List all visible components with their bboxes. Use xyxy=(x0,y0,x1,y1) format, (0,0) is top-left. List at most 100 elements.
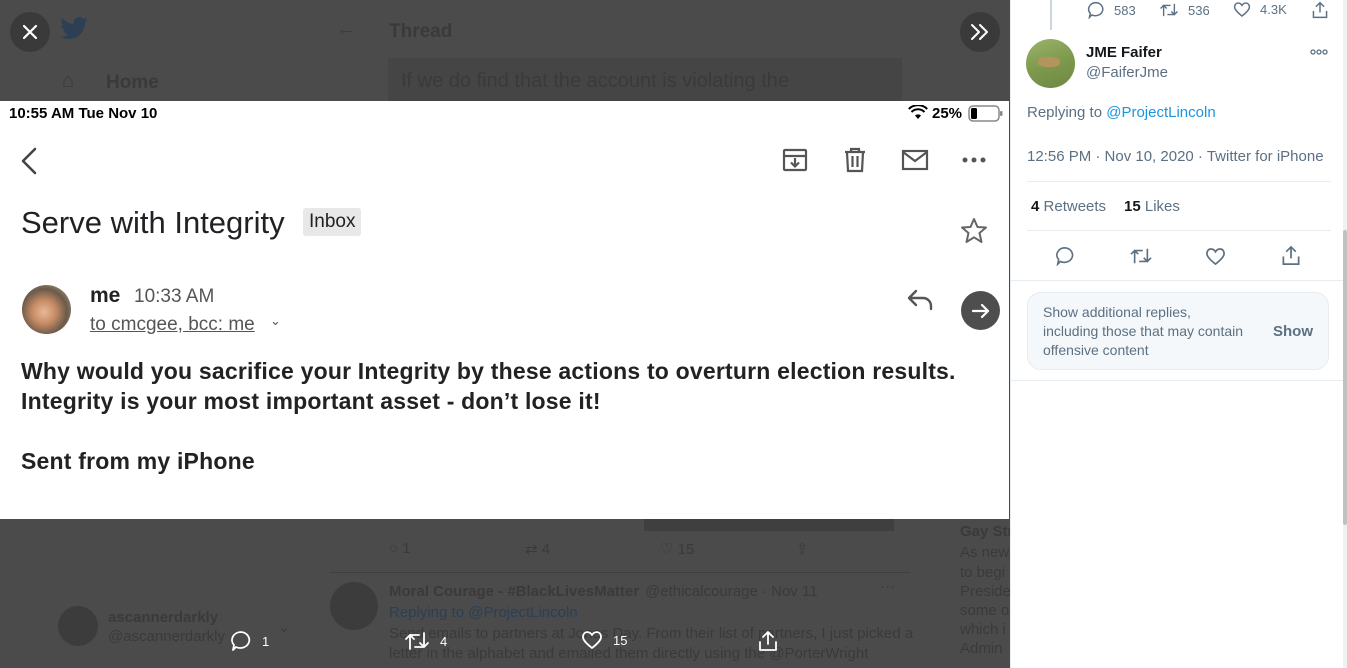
background-reply-text-1: Send emails to partners at Jones Day. Fr… xyxy=(389,625,914,642)
viewer-share-button[interactable] xyxy=(758,630,778,652)
reply-icon xyxy=(1087,1,1104,19)
scrollbar-track[interactable] xyxy=(1343,0,1347,668)
section-divider xyxy=(1011,380,1347,381)
reply-button[interactable] xyxy=(1055,246,1075,271)
background-more-icon: ··· xyxy=(880,578,895,595)
author-name[interactable]: JME Faifer xyxy=(1086,44,1162,61)
likes-stat[interactable]: 15 Likes xyxy=(1124,198,1180,215)
share-icon xyxy=(1312,1,1328,19)
background-side-line: As news xyxy=(960,544,1010,561)
expand-thread-button[interactable] xyxy=(960,12,1000,52)
battery-icon xyxy=(968,105,1003,122)
like-button[interactable] xyxy=(1205,247,1226,271)
more-options-icon[interactable] xyxy=(1310,48,1328,56)
viewer-retweet-button[interactable]: 4 xyxy=(404,630,447,652)
background-reply-author: Moral Courage - #BlackLivesMatter xyxy=(389,583,640,600)
show-replies-button[interactable]: Show xyxy=(1273,323,1313,340)
archive-icon xyxy=(782,148,808,172)
email-body-line: Why would you sacrifice your Integrity b… xyxy=(21,358,956,384)
email-recipients: to cmcgee, bcc: me xyxy=(90,314,255,335)
home-icon: ⌂ xyxy=(62,70,75,92)
replying-to-line: Replying to @ProjectLincoln xyxy=(1027,104,1216,121)
author-avatar[interactable] xyxy=(1026,39,1075,88)
email-subject: Serve with Integrity xyxy=(21,205,285,240)
sender-avatar xyxy=(22,285,71,334)
email-signature: Sent from my iPhone xyxy=(21,448,255,474)
sender-name: me xyxy=(90,284,121,307)
next-image-button[interactable] xyxy=(961,291,1000,330)
back-chevron-icon xyxy=(21,147,37,175)
viewer-reply-count: 1 xyxy=(262,633,270,649)
email-body-line: Integrity is your most important asset -… xyxy=(21,388,601,414)
prev-reply-count: 583 xyxy=(1114,2,1136,18)
retweet-icon xyxy=(1160,3,1178,17)
home-nav-label: Home xyxy=(106,72,159,93)
replying-to-link[interactable]: @ProjectLincoln xyxy=(1106,104,1215,121)
viewer-retweet-count: 4 xyxy=(440,633,448,649)
background-reply-text-2: letter in the alphabet and emailed them … xyxy=(389,645,869,662)
twitter-logo-icon xyxy=(60,17,88,40)
close-viewer-button[interactable] xyxy=(10,12,50,52)
close-icon xyxy=(22,24,38,40)
background-reply-handle: @ethicalcourage · Nov 11 xyxy=(645,583,818,600)
background-image-strip xyxy=(644,519,894,531)
viewer-reply-button[interactable]: 1 xyxy=(230,630,269,652)
email-time: 10:33 AM xyxy=(134,286,215,307)
tweet-timestamp[interactable]: 12:56 PM · Nov 10, 2020 · Twitter for iP… xyxy=(1027,148,1324,165)
heart-icon xyxy=(1233,2,1251,17)
status-time: 10:55 AM Tue Nov 10 xyxy=(9,105,158,122)
reply-arrow-icon xyxy=(907,289,933,311)
background-side-line: which i xyxy=(960,621,1006,638)
background-side-line: to begi xyxy=(960,564,1006,581)
thread-connector-line xyxy=(1050,0,1052,30)
background-reply-count: ○ 1 xyxy=(389,540,411,557)
retweets-stat[interactable]: 4 Retweets xyxy=(1031,198,1106,215)
background-side-line: some o xyxy=(960,602,1010,619)
wifi-icon xyxy=(908,105,928,119)
prev-share-button[interactable] xyxy=(1311,1,1329,24)
background-user-name: ascannerdarkly xyxy=(108,609,219,626)
section-divider xyxy=(1011,280,1347,281)
background-side-line: Preside xyxy=(960,583,1010,600)
mail-icon xyxy=(901,149,929,171)
background-like-count: ♡ 15 xyxy=(660,541,695,558)
share-icon xyxy=(759,631,777,651)
viewer-like-count: 15 xyxy=(613,632,628,648)
media-viewer: ← Thread ⌂ Home If we do find that the a… xyxy=(0,0,1010,668)
retweet-icon xyxy=(405,632,429,650)
inbox-label-chip: Inbox xyxy=(303,208,362,236)
scrollbar-thumb[interactable] xyxy=(1343,230,1347,525)
retweet-button[interactable] xyxy=(1129,246,1153,271)
prev-retweet-button[interactable]: 536 xyxy=(1159,1,1210,19)
more-options-icon xyxy=(962,157,986,163)
heart-icon xyxy=(582,631,602,649)
email-screenshot-image: 10:55 AM Tue Nov 10 25% Serve with Integ… xyxy=(0,101,1009,519)
background-reply-replying: Replying to @ProjectLincoln xyxy=(389,604,578,621)
divider xyxy=(1027,230,1331,231)
reply-icon xyxy=(231,631,251,651)
notice-text: Show additional replies, including those… xyxy=(1043,304,1244,358)
prev-reply-button[interactable]: 583 xyxy=(1087,1,1136,19)
back-arrow-icon: ← xyxy=(336,18,356,40)
background-chevron-icon: ⌄ xyxy=(278,619,291,636)
background-avatar xyxy=(330,582,378,630)
viewer-like-button[interactable]: 15 xyxy=(581,630,627,650)
background-user-avatar xyxy=(58,606,98,646)
background-side-name: Gay Str xyxy=(960,523,1010,540)
prev-like-button[interactable]: 4.3K xyxy=(1233,1,1287,18)
background-search-text: If we do find that the account is violat… xyxy=(401,70,790,92)
trash-icon xyxy=(845,147,865,173)
thread-heading: Thread xyxy=(389,21,453,42)
double-chevron-right-icon xyxy=(971,24,988,40)
author-handle[interactable]: @FaiferJme xyxy=(1086,64,1168,81)
share-button[interactable] xyxy=(1281,245,1301,271)
star-icon xyxy=(961,218,987,243)
background-divider xyxy=(330,572,910,573)
prev-like-count: 4.3K xyxy=(1260,2,1287,17)
background-user-handle: @ascannerdarkly xyxy=(108,628,225,645)
tweet-detail-pane: 583 536 4.3K JME Faifer @FaiferJme Reply… xyxy=(1010,0,1347,668)
arrow-right-icon xyxy=(971,303,989,318)
heart-icon xyxy=(1206,248,1225,266)
reply-icon xyxy=(1056,246,1074,267)
background-share-icon: ⇪ xyxy=(796,541,809,558)
